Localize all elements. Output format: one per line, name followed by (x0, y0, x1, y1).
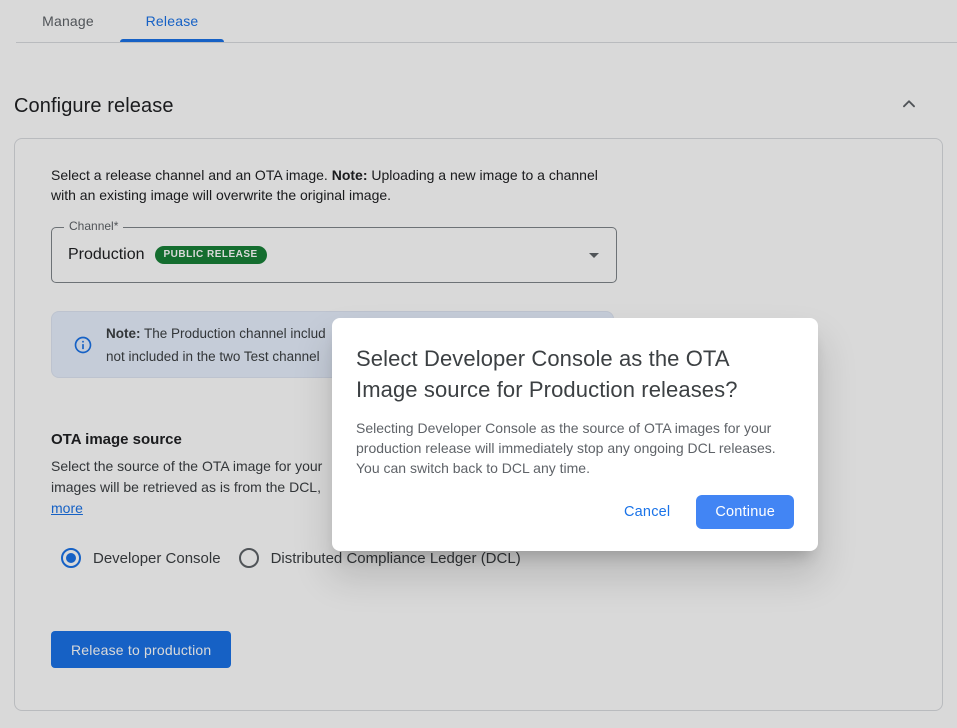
confirm-dialog: Select Developer Console as the OTA Imag… (332, 318, 818, 551)
dialog-actions: Cancel Continue (356, 495, 794, 529)
dialog-body: Selecting Developer Console as the sourc… (356, 418, 792, 478)
page: Manage Release Configure release Select … (0, 0, 957, 728)
continue-button[interactable]: Continue (696, 495, 794, 529)
dialog-title: Select Developer Console as the OTA Imag… (356, 343, 794, 405)
cancel-button[interactable]: Cancel (610, 496, 684, 528)
